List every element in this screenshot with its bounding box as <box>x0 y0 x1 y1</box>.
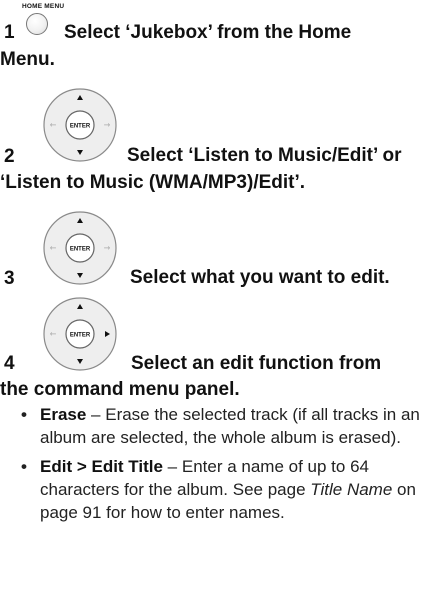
home-menu-label: HOME MENU <box>22 3 65 10</box>
svg-text:→: → <box>104 244 111 253</box>
svg-text:←: ← <box>50 330 57 339</box>
step-instruction: Select what you want to edit. <box>130 267 390 288</box>
step-number: 4 <box>4 353 15 374</box>
bullet-term: Edit > Edit Title <box>40 457 163 476</box>
step-instruction: Select ‘Listen to Music/Edit’ or <box>127 145 402 166</box>
svg-text:←: ← <box>50 244 57 253</box>
step-number: 1 <box>4 22 15 43</box>
step-instruction-continued: the command menu panel. <box>0 379 240 400</box>
step-instruction-continued: Menu. <box>0 49 55 70</box>
bullet-marker: • <box>21 457 27 476</box>
bullet-marker: • <box>21 405 27 424</box>
step-instruction: Select an edit function from <box>131 353 382 374</box>
step-instruction-continued: ‘Listen to Music (WMA/MP3)/Edit’. <box>0 172 306 193</box>
bullet-term: Erase <box>40 405 87 424</box>
joystick-icon: ENTER ← → <box>43 88 117 162</box>
step-number: 3 <box>4 268 15 289</box>
home-menu-button-icon <box>26 13 48 35</box>
list-item: • Edit > Edit Title – Enter a name of up… <box>0 455 447 524</box>
enter-label: ENTER <box>70 247 91 253</box>
page-reference-title: Title Name <box>310 480 393 499</box>
step-number: 2 <box>4 146 15 167</box>
manual-page: HOME MENU 1 Select ‘Jukebox’ from the Ho… <box>0 0 447 593</box>
bullet-text: – Erase the selected track (if all track… <box>40 405 420 447</box>
joystick-icon: ENTER ← → <box>43 211 117 285</box>
svg-text:→: → <box>104 121 111 130</box>
step-instruction: Select ‘Jukebox’ from the Home <box>64 22 352 43</box>
bullet-list: • Erase – Erase the selected track (if a… <box>0 403 447 524</box>
list-item: • Erase – Erase the selected track (if a… <box>0 403 447 449</box>
joystick-icon: ENTER ← <box>43 297 117 371</box>
enter-label: ENTER <box>70 124 91 130</box>
svg-text:←: ← <box>50 121 57 130</box>
enter-label: ENTER <box>70 333 91 339</box>
